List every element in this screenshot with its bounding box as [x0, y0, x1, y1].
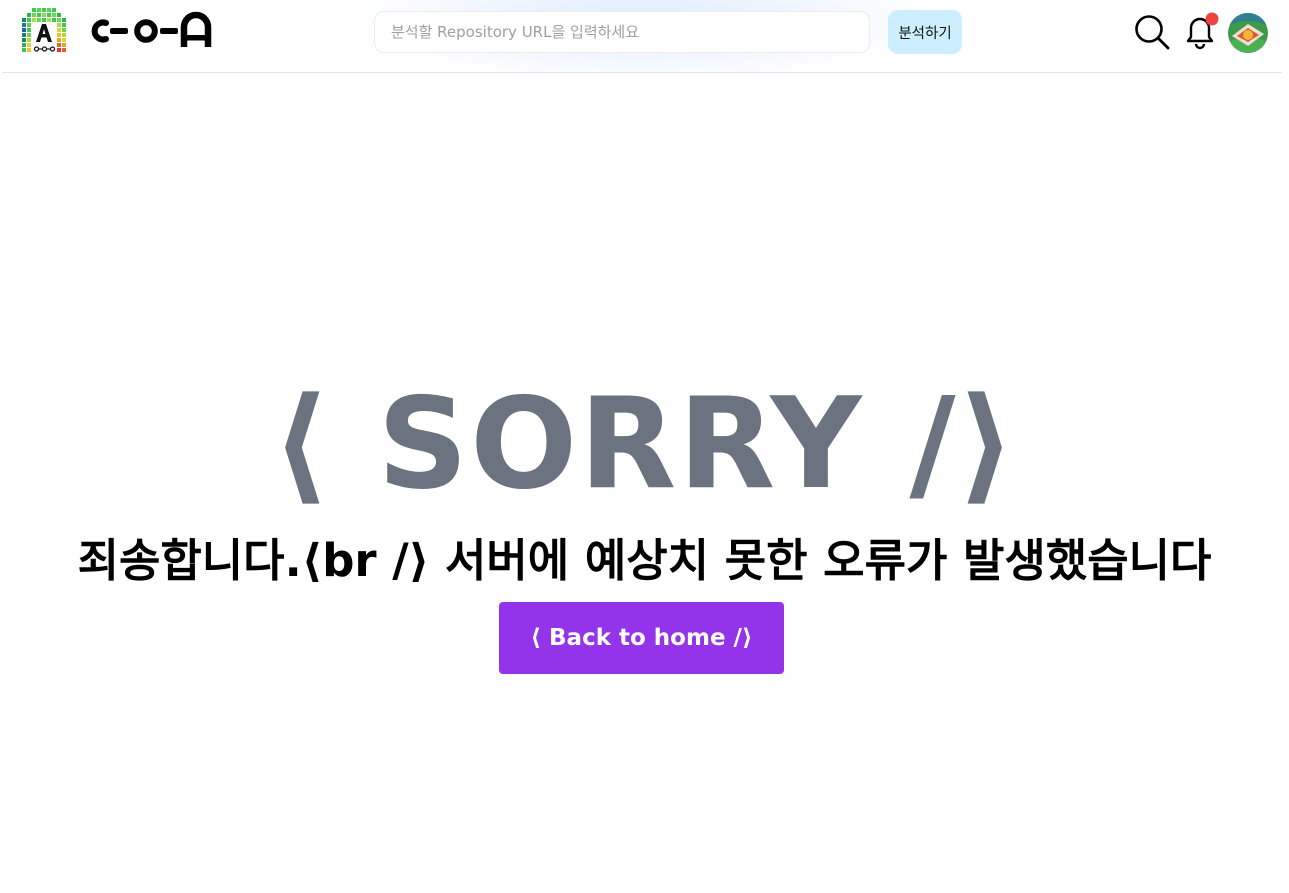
analyze-button[interactable]: 분석하기 [888, 10, 962, 54]
back-to-home-button[interactable]: ⟨ Back to home /⟩ [499, 602, 784, 674]
sorry-heading: ⟨ SORRY /⟩ [271, 370, 1018, 517]
bell-icon[interactable] [1180, 12, 1220, 52]
repository-url-input[interactable] [374, 11, 870, 53]
logo-wordmark[interactable] [84, 11, 214, 51]
error-page-content: ⟨ SORRY /⟩ 죄송합니다.⟨br /⟩ 서버에 예상치 못한 오류가 발… [0, 73, 1289, 893]
error-message: 죄송합니다.⟨br /⟩ 서버에 예상치 못한 오류가 발생했습니다 [77, 534, 1212, 587]
avatar[interactable] [1227, 12, 1269, 54]
logo-icon[interactable] [18, 8, 70, 56]
search-icon[interactable] [1132, 12, 1172, 52]
notification-dot [1205, 12, 1219, 26]
top-nav-bar: 분석하기 [2, 0, 1282, 73]
